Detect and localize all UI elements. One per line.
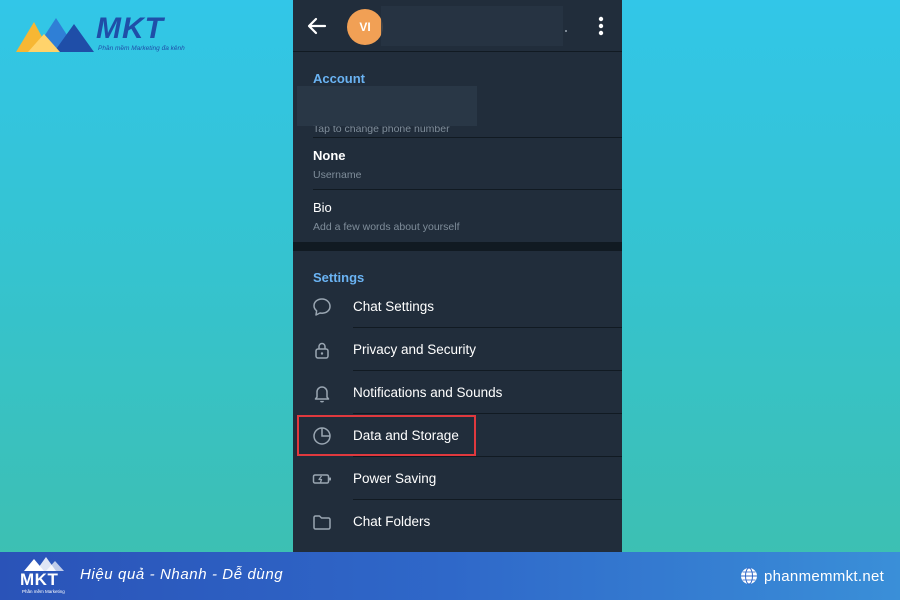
phone-number-row[interactable]: Tap to change phone number xyxy=(293,86,622,138)
settings-item-label: Notifications and Sounds xyxy=(353,385,503,400)
chat-bubble-icon xyxy=(313,298,331,316)
settings-item-chat-folders[interactable]: Chat Folders xyxy=(293,500,622,543)
settings-section-title: Settings xyxy=(313,270,365,285)
brand-name: MKT xyxy=(96,12,164,45)
bio-row[interactable]: Bio Add a few words about yourself xyxy=(293,190,622,242)
globe-icon xyxy=(741,567,757,585)
brand-tagline: Phần mềm Marketing đa kênh xyxy=(98,45,185,52)
username-label: Username xyxy=(313,169,362,181)
section-divider xyxy=(293,242,622,251)
app-bar: VI xyxy=(293,0,622,52)
footer-website[interactable]: phanmemmkt.net xyxy=(740,566,884,586)
settings-item-label: Privacy and Security xyxy=(353,342,477,357)
username-row[interactable]: None Username xyxy=(293,138,622,190)
mkt-logo: MKT Phần mềm Marketing đa kênh xyxy=(14,12,194,56)
pie-chart-icon xyxy=(313,427,331,445)
settings-item-label: Power Saving xyxy=(353,471,437,486)
footer-slogan: Hiệu quả - Nhanh - Dễ dùng xyxy=(80,566,284,583)
bell-icon xyxy=(314,386,330,403)
footer-brand-tagline: Phần mềm Marketing xyxy=(22,589,65,594)
phone-number-redacted xyxy=(297,86,477,126)
name-suffix xyxy=(565,30,567,32)
profile-name-redacted xyxy=(381,6,563,46)
settings-section: Settings Chat Settings Privacy and Secur… xyxy=(293,251,622,552)
footer-logo: MKT Phần mềm Marketing xyxy=(18,556,66,596)
settings-item-power-saving[interactable]: Power Saving xyxy=(293,457,622,500)
folder-icon xyxy=(313,515,331,530)
bio-hint: Add a few words about yourself xyxy=(313,221,460,233)
settings-item-label: Chat Settings xyxy=(353,299,435,314)
settings-item-notifications[interactable]: Notifications and Sounds xyxy=(293,371,622,414)
avatar[interactable]: VI xyxy=(347,9,383,45)
back-arrow-icon[interactable] xyxy=(305,14,329,38)
footer-site-url: phanmemmkt.net xyxy=(764,567,885,585)
settings-item-label: Data and Storage xyxy=(353,428,459,443)
more-vertical-icon[interactable] xyxy=(591,14,611,38)
settings-item-privacy-security[interactable]: Privacy and Security xyxy=(293,328,622,371)
account-section: Account Tap to change phone number None … xyxy=(293,52,622,242)
telegram-settings-screen: VI Account Tap to change phone number No… xyxy=(293,0,622,552)
mkt-mountain-logo-icon xyxy=(16,18,94,52)
username-value: None xyxy=(313,148,346,163)
battery-icon xyxy=(312,474,331,484)
settings-item-label: Chat Folders xyxy=(353,514,431,529)
bio-value: Bio xyxy=(313,200,332,215)
footer-banner: MKT Phần mềm Marketing Hiệu quả - Nhanh … xyxy=(0,552,900,600)
account-section-title: Account xyxy=(313,71,365,86)
footer-brand: MKT xyxy=(20,570,59,589)
settings-item-data-storage[interactable]: Data and Storage xyxy=(293,414,622,457)
settings-item-chat-settings[interactable]: Chat Settings xyxy=(293,285,622,328)
lock-icon xyxy=(315,342,329,359)
